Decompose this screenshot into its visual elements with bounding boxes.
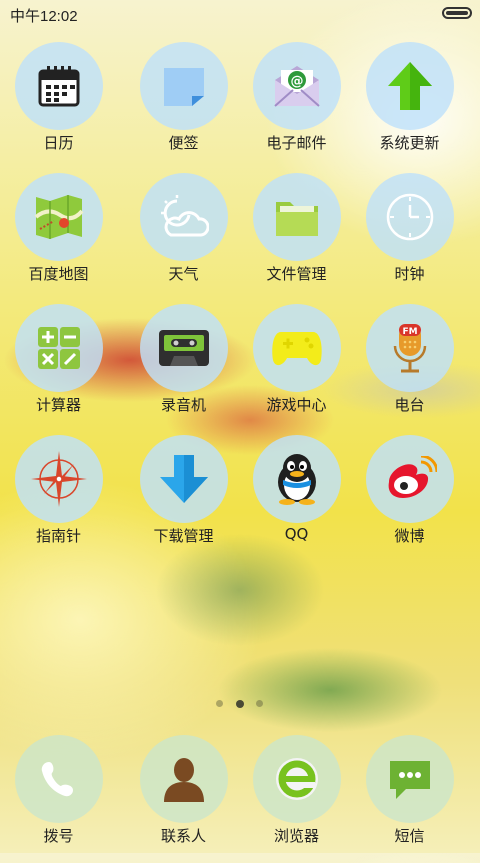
app-label: 微博 — [394, 527, 425, 545]
app-label: 电子邮件 — [266, 134, 327, 152]
compass-icon — [15, 435, 103, 523]
app-weather[interactable]: 天气 — [127, 171, 240, 301]
contacts-icon — [140, 735, 228, 823]
dock-label: 短信 — [394, 827, 425, 845]
app-label: 时钟 — [394, 265, 425, 283]
calculator-icon — [15, 304, 103, 392]
app-label: 计算器 — [35, 396, 81, 414]
dock-contacts[interactable]: 联系人 — [127, 733, 240, 863]
app-label: 录音机 — [160, 396, 206, 414]
qq-penguin-icon — [253, 435, 341, 523]
status-bar: 中午12:02 — [0, 0, 480, 28]
app-file-manager[interactable]: 文件管理 — [240, 171, 353, 301]
app-label: 下载管理 — [153, 527, 214, 545]
calendar-icon — [15, 42, 103, 130]
app-calendar[interactable]: 日历 — [2, 40, 115, 170]
microphone-icon: FM — [366, 304, 454, 392]
dock-label: 浏览器 — [273, 827, 319, 845]
weather-icon — [140, 173, 228, 261]
app-download-manager[interactable]: 下载管理 — [127, 433, 240, 563]
dock-label: 拨号 — [43, 827, 74, 845]
app-weibo[interactable]: 微博 — [353, 433, 466, 563]
page-dot-3[interactable] — [256, 700, 263, 707]
app-label: 便签 — [168, 134, 199, 152]
page-indicator — [0, 700, 480, 708]
clock-icon — [366, 173, 454, 261]
app-label: 游戏中心 — [266, 396, 327, 414]
app-label: 电台 — [394, 396, 425, 414]
app-label: 天气 — [168, 265, 199, 283]
page-dot-2-active[interactable] — [236, 700, 244, 708]
dock-sms[interactable]: 短信 — [353, 733, 466, 863]
app-label: 指南针 — [35, 527, 81, 545]
note-icon — [140, 42, 228, 130]
app-label: 日历 — [43, 134, 74, 152]
app-label: QQ — [284, 525, 309, 543]
fm-text: FM — [402, 327, 417, 337]
app-recorder[interactable]: 录音机 — [127, 302, 240, 432]
app-email[interactable]: @ 电子邮件 — [240, 40, 353, 170]
at-sign: @ — [291, 74, 304, 89]
update-arrow-icon — [366, 42, 454, 130]
dock-phone[interactable]: 拨号 — [2, 733, 115, 863]
folder-icon — [253, 173, 341, 261]
app-notes[interactable]: 便签 — [127, 40, 240, 170]
email-icon: @ — [253, 42, 341, 130]
app-compass[interactable]: 指南针 — [2, 433, 115, 563]
app-calculator[interactable]: 计算器 — [2, 302, 115, 432]
gamepad-icon — [253, 304, 341, 392]
sms-icon — [366, 735, 454, 823]
app-radio[interactable]: FM 电台 — [353, 302, 466, 432]
app-game-center[interactable]: 游戏中心 — [240, 302, 353, 432]
app-clock[interactable]: 时钟 — [353, 171, 466, 301]
browser-icon — [253, 735, 341, 823]
app-label: 百度地图 — [28, 265, 89, 283]
map-icon — [15, 173, 103, 261]
app-baidu-map[interactable]: 百度地图 — [2, 171, 115, 301]
app-label: 系统更新 — [379, 134, 440, 152]
app-label: 文件管理 — [266, 265, 327, 283]
cassette-icon — [140, 304, 228, 392]
page-dot-1[interactable] — [216, 700, 223, 707]
dock-label: 联系人 — [160, 827, 206, 845]
app-qq[interactable]: QQ — [240, 433, 353, 563]
download-icon — [140, 435, 228, 523]
weibo-icon — [366, 435, 454, 523]
battery-icon — [442, 7, 472, 19]
app-system-update[interactable]: 系统更新 — [353, 40, 466, 170]
dock-browser[interactable]: 浏览器 — [240, 733, 353, 863]
status-time: 中午12:02 — [10, 8, 78, 25]
phone-icon — [15, 735, 103, 823]
